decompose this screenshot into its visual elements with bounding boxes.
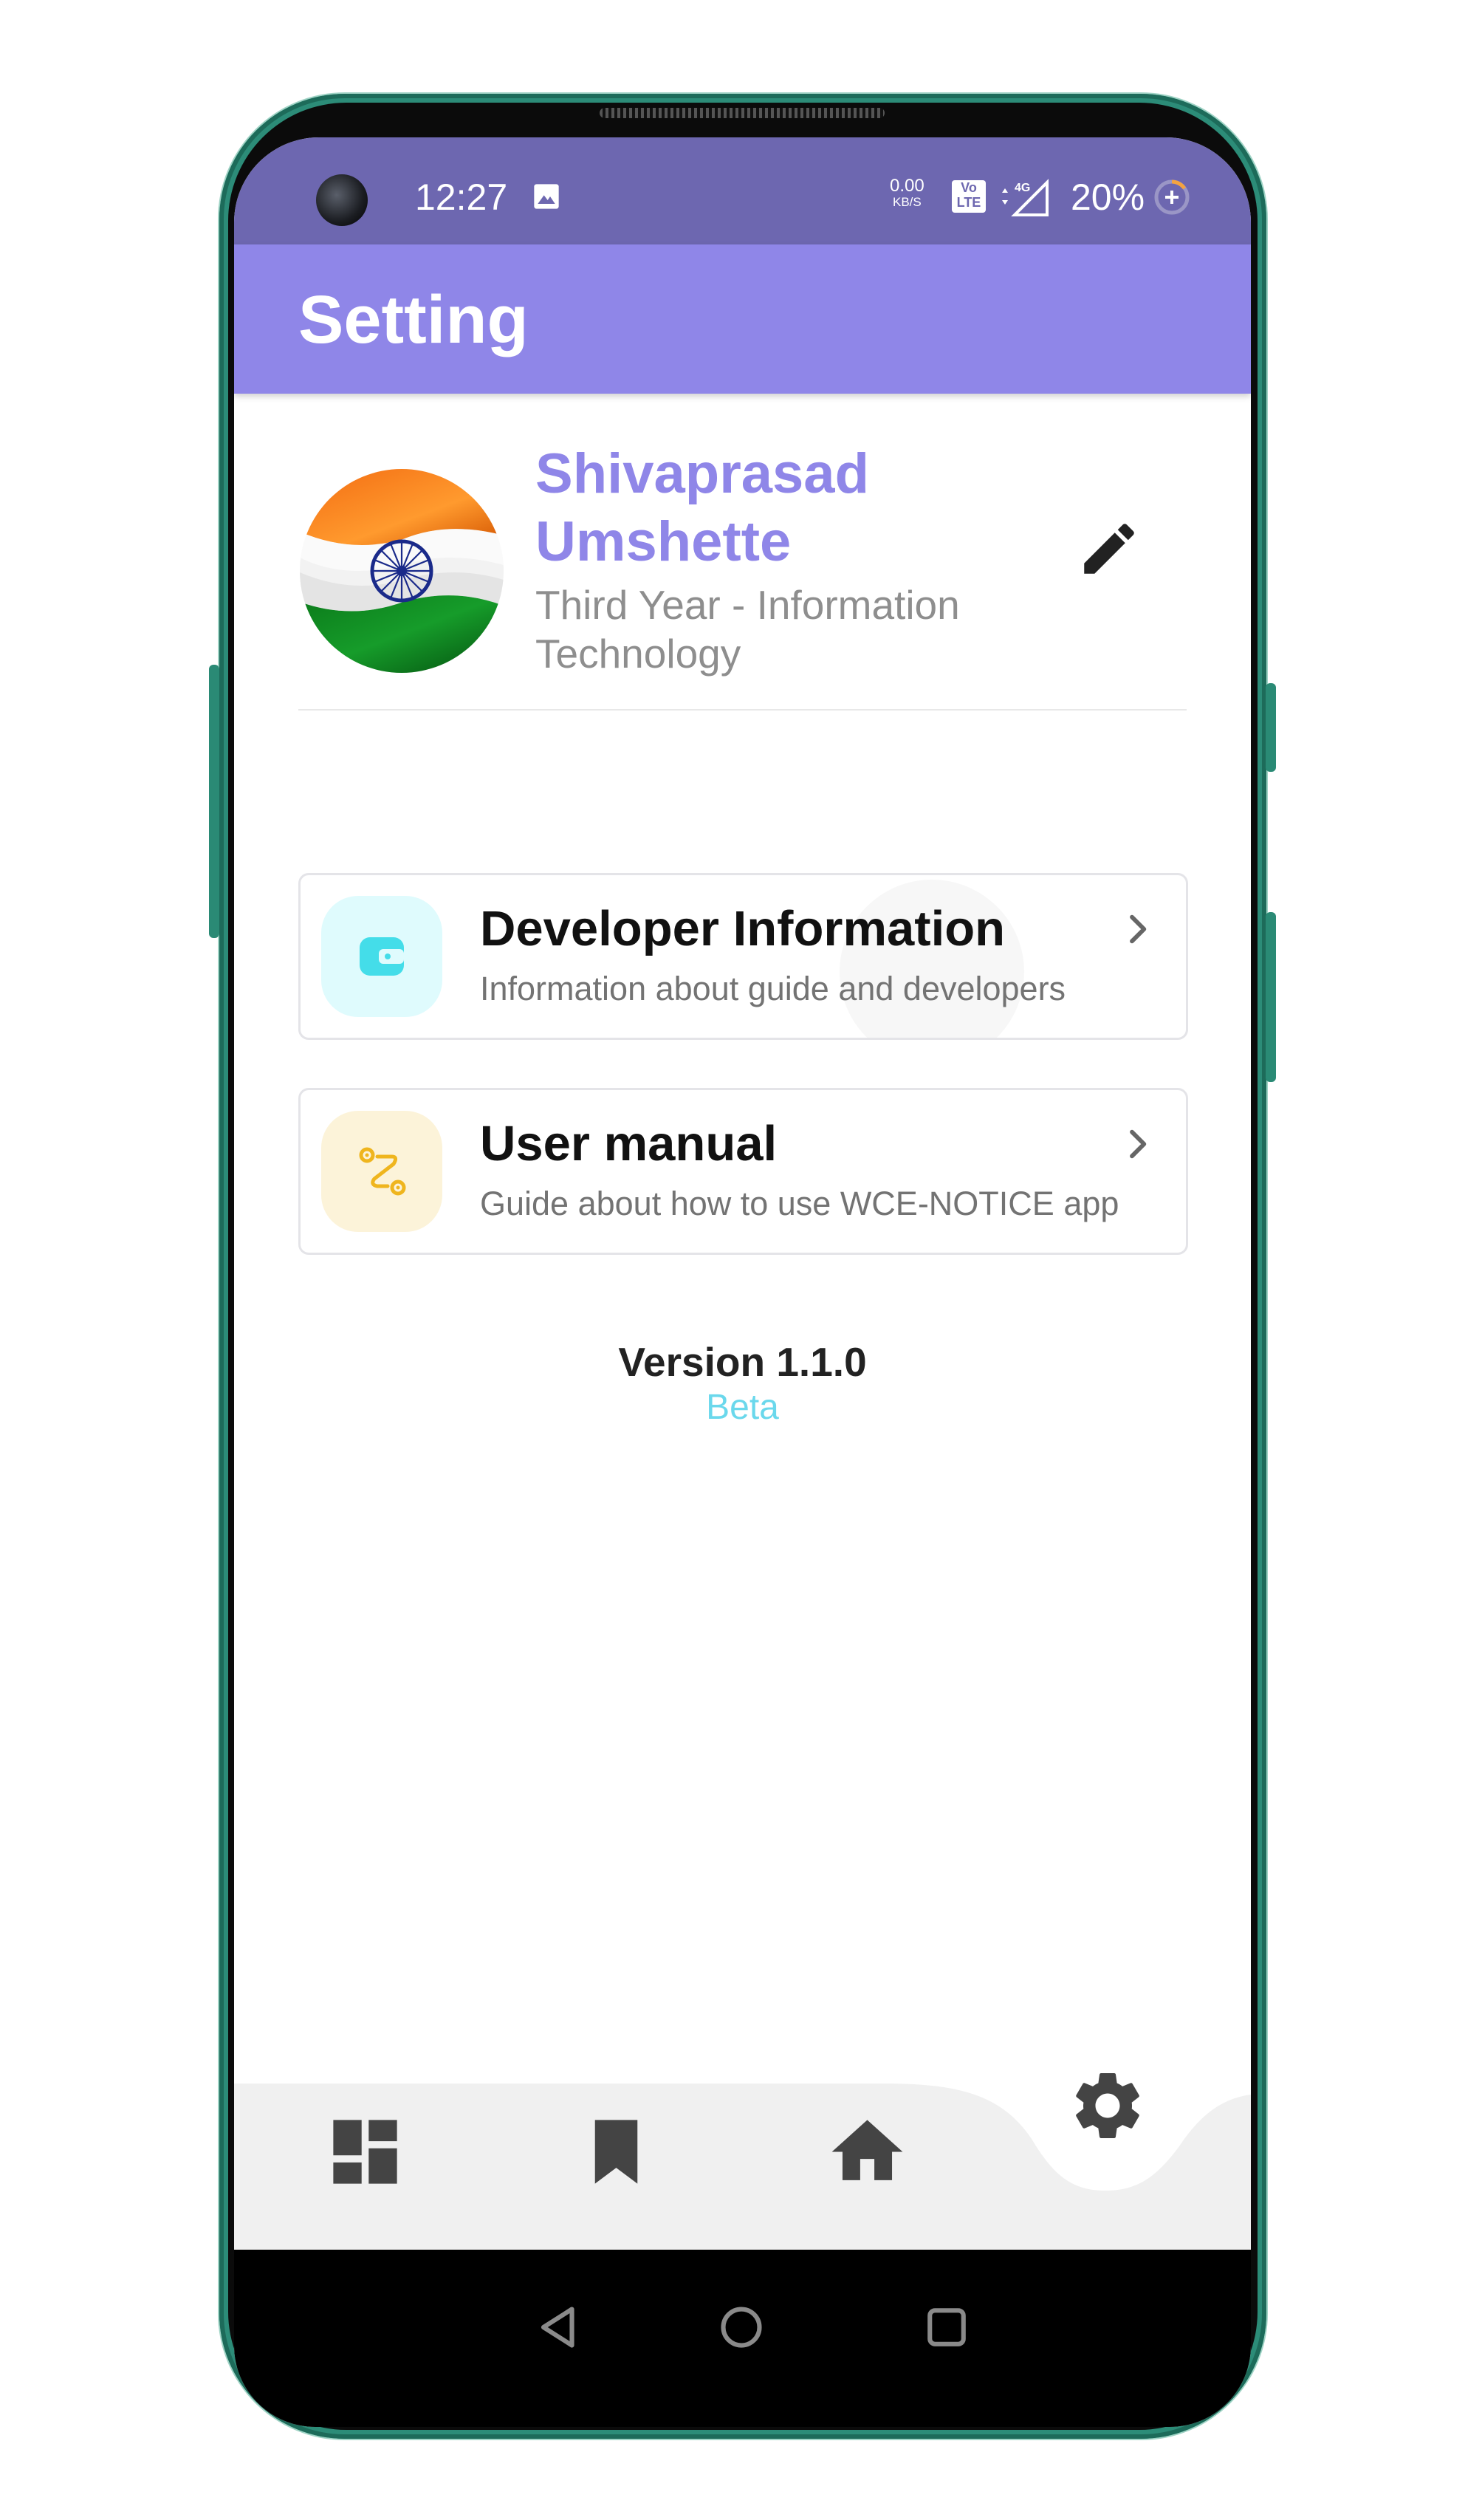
developer-information-card[interactable]: Developer Information Information about … — [298, 873, 1188, 1040]
app-bar: Setting — [234, 244, 1251, 394]
profile-subtitle-line1: Third Year - Information — [535, 582, 960, 628]
battery-percent: 20% — [1071, 177, 1145, 218]
network-speed-unit: KB/S — [892, 195, 922, 209]
chevron-right-icon — [1130, 914, 1147, 944]
chevron-right-icon — [1130, 1129, 1147, 1159]
status-bar: 12:27 0.00 KB/S Vo LTE 4G 20% — [234, 137, 1251, 244]
home-circle-icon[interactable] — [716, 2301, 767, 2353]
bottom-navigation — [234, 2073, 1251, 2250]
route-icon — [359, 1147, 406, 1196]
network-speed-value: 0.00 — [890, 176, 924, 196]
user-manual-card[interactable]: User manual Guide about how to use WCE-N… — [298, 1088, 1188, 1255]
image-notification-icon — [534, 184, 559, 209]
dashboard-icon[interactable] — [323, 2109, 408, 2194]
power-button — [1266, 683, 1276, 772]
release-channel: Beta — [706, 1388, 779, 1427]
avatar[interactable] — [300, 469, 504, 673]
front-camera — [316, 174, 368, 226]
signal-icon: 4G — [1002, 179, 1049, 216]
edit-pencil-icon[interactable] — [1076, 516, 1142, 582]
card-subtitle: Guide about how to use WCE-NOTICE app — [480, 1185, 1119, 1222]
status-time: 12:27 — [415, 177, 508, 218]
profile-divider — [298, 709, 1187, 711]
home-icon[interactable] — [825, 2109, 910, 2194]
network-speed: 0.00 KB/S — [890, 176, 924, 210]
side-button — [1266, 912, 1276, 1082]
bookmark-icon[interactable] — [574, 2109, 659, 2194]
profile-subtitle-line2: Technology — [535, 631, 741, 677]
screen: 12:27 0.00 KB/S Vo LTE 4G 20% Setting Sh… — [234, 137, 1251, 2427]
battery-saver-icon — [1154, 179, 1190, 215]
page-title: Setting — [298, 282, 529, 357]
card-title: User manual — [480, 1116, 778, 1171]
wallet-icon — [360, 937, 404, 976]
card-icon-container — [321, 896, 442, 1017]
card-title: Developer Information — [480, 901, 1006, 956]
volte-icon: Vo LTE — [952, 180, 986, 213]
profile-name-last: Umshette — [535, 510, 792, 573]
network-type: 4G — [1015, 182, 1030, 194]
version-label: Version 1.1.0 — [618, 1339, 867, 1385]
system-navigation-bar — [234, 2250, 1251, 2427]
profile-name: Shivaprasad Umshette — [535, 440, 993, 576]
back-icon[interactable] — [533, 2301, 585, 2353]
card-subtitle: Information about guide and developers — [480, 970, 1066, 1007]
earpiece — [600, 108, 885, 118]
profile-name-first: Shivaprasad — [535, 442, 869, 505]
profile-subtitle: Third Year - Information Technology — [535, 581, 1052, 678]
recents-icon[interactable] — [921, 2301, 972, 2353]
settings-icon[interactable] — [1067, 2065, 1148, 2146]
india-flag-image — [300, 469, 504, 673]
card-icon-container — [321, 1111, 442, 1232]
volume-button — [209, 665, 219, 938]
